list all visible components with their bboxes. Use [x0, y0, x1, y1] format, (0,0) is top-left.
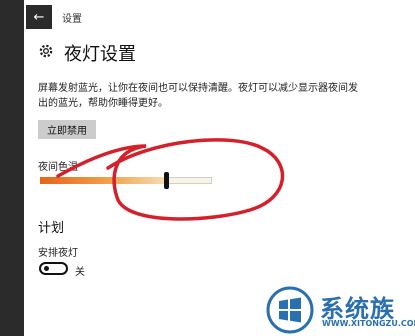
watermark-url: WWW.XITONGZU.COM: [322, 319, 415, 328]
toggle-state-text: 关: [75, 267, 85, 278]
back-button[interactable]: ←: [26, 5, 52, 29]
back-arrow-icon: ←: [33, 9, 45, 25]
windows-logo-icon: [266, 286, 314, 334]
slider-fill: [40, 177, 166, 184]
disable-now-button[interactable]: 立即禁用: [38, 120, 96, 139]
title-bar: ← 设置: [24, 0, 415, 34]
schedule-heading: 计划: [38, 221, 65, 236]
color-temperature-label: 夜间色温: [38, 162, 78, 173]
schedule-toggle[interactable]: [39, 262, 68, 275]
slider-thumb[interactable]: [163, 172, 169, 189]
color-temperature-slider[interactable]: [40, 172, 212, 189]
gear-icon: [39, 44, 53, 58]
app-title: 设置: [62, 14, 82, 25]
watermark-logo: 系统族 WWW.XITONGZU.COM: [266, 286, 415, 336]
schedule-toggle-label: 安排夜灯: [38, 248, 78, 259]
page-title: 夜灯设置: [64, 44, 136, 65]
description-text: 屏幕发射蓝光，让你在夜间也可以保持清醒。夜灯可以减少显示器夜间发出的蓝光，帮助你…: [38, 83, 358, 109]
toggle-knob: [44, 266, 49, 271]
